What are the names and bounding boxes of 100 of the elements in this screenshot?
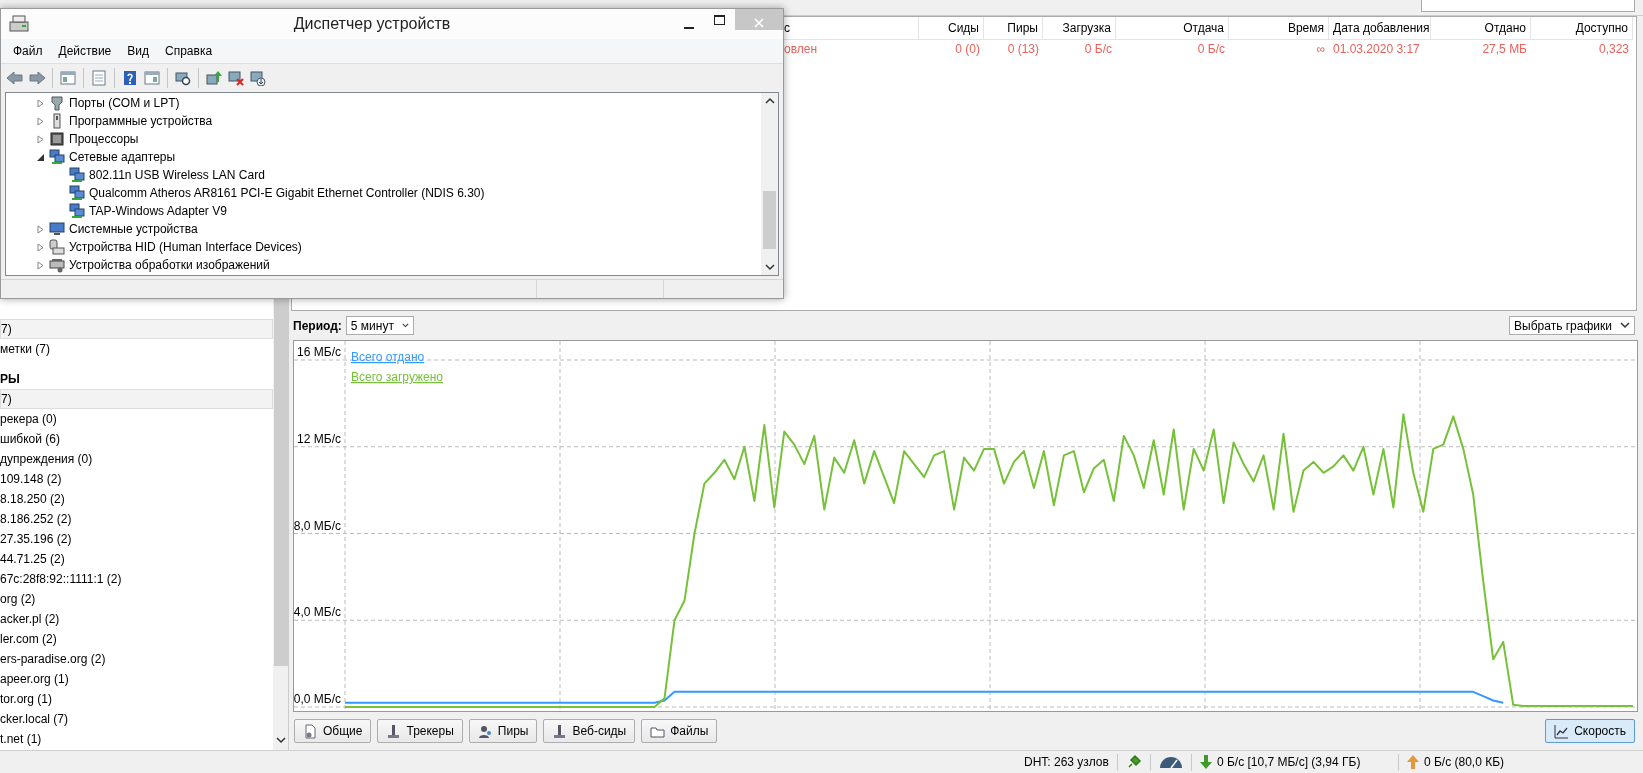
y-axis-label: 12 МБ/с — [297, 431, 341, 446]
filter-item[interactable]: org (2) — [0, 589, 273, 609]
filter-item[interactable]: ler.com (2) — [0, 629, 273, 649]
filter-item[interactable]: ers-paradise.org (2) — [0, 649, 273, 669]
down-arrow-icon — [1199, 755, 1212, 769]
column-header[interactable]: Пиры — [984, 17, 1043, 40]
right-arrow-icon[interactable] — [28, 70, 46, 86]
column-header[interactable]: Дата добавления — [1329, 17, 1431, 40]
graphs-dropdown[interactable]: Выбрать графики — [1509, 316, 1635, 335]
dht-status: DHT: 263 узлов — [1024, 755, 1109, 769]
filter-item[interactable]: метки (7) — [0, 339, 273, 359]
tree-item[interactable]: TAP-Windows Adapter V9 — [89, 204, 227, 218]
tree-item[interactable]: Системные устройства — [69, 222, 198, 236]
period-dropdown[interactable]: 5 минут — [345, 316, 414, 335]
tree-item[interactable]: Программные устройства — [69, 114, 213, 128]
filter-item[interactable]: 7) — [0, 319, 273, 339]
table-cell-text: 27,5 МБ — [1481, 41, 1528, 58]
column-header[interactable]: Доступно — [1531, 17, 1633, 40]
network-icon — [69, 203, 85, 219]
window-icon[interactable] — [143, 70, 161, 86]
tab[interactable]: Файлы — [641, 719, 718, 743]
people-icon — [477, 723, 493, 739]
network-icon — [69, 167, 85, 183]
filter-item[interactable]: acker.pl (2) — [0, 609, 273, 629]
y-axis-label: 8,0 МБ/с — [294, 518, 341, 533]
computer-icon[interactable] — [8, 14, 30, 34]
filter-item[interactable]: t.net (1) — [0, 729, 273, 749]
chip-icon — [49, 131, 65, 147]
monitor-arrow-icon[interactable] — [205, 70, 223, 86]
chevron-down-icon[interactable] — [401, 322, 409, 329]
network-icon — [49, 149, 65, 165]
filter-item[interactable]: apeer.org (1) — [0, 669, 273, 689]
speedometer-icon[interactable] — [1158, 755, 1183, 769]
chevron-down-icon[interactable] — [764, 264, 775, 271]
table-cell-text: 0 (13) — [1006, 41, 1040, 58]
filter-item[interactable]: 109.148 (2) — [0, 469, 273, 489]
document-icon — [303, 723, 318, 739]
menu-item[interactable]: Действие — [50, 44, 120, 58]
tree-item[interactable]: Сетевые адаптеры — [69, 150, 176, 164]
menu-item[interactable]: Вид — [119, 44, 157, 58]
table-cell-text: 0 Б/с — [1083, 41, 1113, 58]
help-icon[interactable] — [121, 70, 139, 86]
menu-item[interactable]: Справка — [157, 44, 221, 58]
tab[interactable]: Трекеры — [377, 719, 463, 743]
tab[interactable]: Пиры — [468, 719, 538, 743]
scanner-icon — [49, 257, 65, 273]
tab[interactable]: Общие — [294, 719, 372, 743]
keyboard-icon — [49, 239, 65, 255]
maximize-icon[interactable] — [714, 15, 725, 25]
close-icon — [754, 17, 764, 28]
table-cell-text: 0 Б/с — [1196, 41, 1226, 58]
tab[interactable]: Веб-сиды — [543, 719, 636, 743]
up-arrow-icon — [1406, 755, 1419, 769]
monitor-search-icon[interactable] — [174, 70, 192, 86]
network-icon — [69, 185, 85, 201]
filter-item[interactable]: 7) — [0, 389, 273, 409]
filter-item[interactable]: 8.186.252 (2) — [0, 509, 273, 529]
filter-item[interactable]: шибкой (6) — [0, 429, 273, 449]
download-speed: 0 Б/с [10,7 МБ/с] (3,94 ГБ) — [1216, 755, 1361, 769]
left-arrow-icon[interactable] — [6, 70, 24, 86]
tree-item[interactable]: 802.11n USB Wireless LAN Card — [89, 168, 265, 182]
column-header[interactable]: Отдача — [1116, 17, 1229, 40]
table-cell-text: овлен — [783, 41, 819, 58]
filter-item[interactable]: 44.71.25 (2) — [0, 549, 273, 569]
filter-item[interactable]: tor.org (1) — [0, 689, 273, 709]
tree-item[interactable]: Qualcomm Atheros AR8161 PCI-E Gigabit Ethernet Controller (NDIS 6.30) — [89, 186, 485, 200]
column-header[interactable]: Отдано — [1431, 17, 1531, 40]
monitor-download-icon[interactable] — [249, 70, 267, 86]
filter-item[interactable]: 8.18.250 (2) — [0, 489, 273, 509]
search-field[interactable] — [1421, 0, 1635, 12]
filter-item[interactable]: 27.35.196 (2) — [0, 529, 273, 549]
chevron-up-icon[interactable] — [764, 97, 775, 104]
menu-item[interactable]: Файл — [5, 44, 51, 58]
tree-item[interactable]: Процессоры — [69, 132, 139, 146]
document-icon[interactable] — [90, 70, 108, 86]
section-title: РЫ — [0, 371, 21, 388]
y-axis-label: 0,0 МБ/с — [294, 692, 341, 706]
caret-icon[interactable] — [35, 152, 45, 162]
column-header[interactable]: Сиды — [919, 17, 984, 40]
scrollbar-thumb[interactable] — [763, 191, 776, 249]
tree-item[interactable]: Устройства обработки изображений — [69, 258, 270, 272]
tree-item[interactable]: Порты (COM и LPT) — [69, 96, 180, 110]
table-cell-text: 0 (0) — [954, 41, 981, 58]
filter-item[interactable]: 67c:28f8:92::1111:1 (2) — [0, 569, 273, 589]
chevron-down-icon[interactable] — [275, 737, 286, 744]
window-icon[interactable] — [59, 70, 77, 86]
filter-item[interactable]: дупреждения (0) — [0, 449, 273, 469]
window-title: Диспетчер устройств — [292, 15, 452, 33]
column-header[interactable]: Загрузка — [1043, 17, 1116, 40]
upload-speed: 0 Б/с (80,0 КБ) — [1423, 755, 1505, 769]
monitor-cross-icon[interactable] — [227, 70, 245, 86]
filter-item[interactable]: cker.local (7) — [0, 709, 273, 729]
chevron-down-icon[interactable] — [1620, 322, 1630, 329]
monitor-icon — [49, 221, 65, 237]
tab[interactable]: Скорость — [1545, 719, 1635, 743]
tree-item[interactable]: Устройства HID (Human Interface Devices) — [69, 240, 302, 254]
table-cell-text: 0,323 — [1597, 41, 1630, 58]
column-header[interactable]: Время — [1229, 17, 1329, 40]
filter-item[interactable]: рекера (0) — [0, 409, 273, 429]
period-label: Период: — [293, 318, 342, 333]
